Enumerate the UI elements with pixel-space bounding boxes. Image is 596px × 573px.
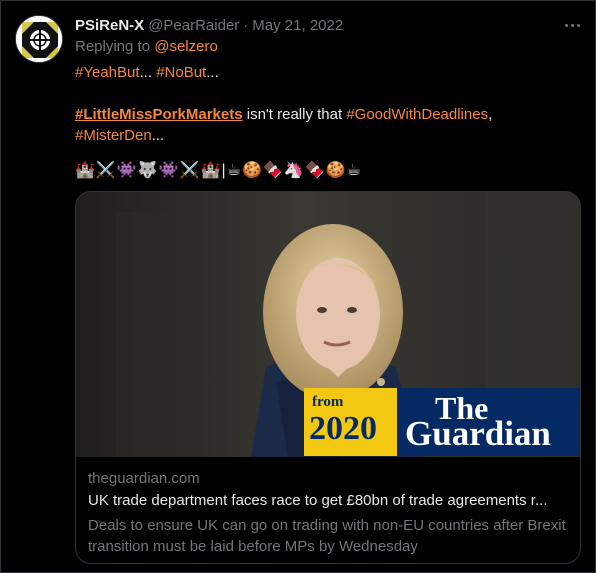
- tweet-line-2: #LittleMissPorkMarkets isn't really that…: [75, 104, 580, 125]
- tweet-text-span: ...: [206, 64, 219, 81]
- card-meta: theguardian.com UK trade department face…: [88, 468, 570, 557]
- tweet-header: PSiReN-X @PearRaider · May 21, 2022: [75, 15, 343, 35]
- tweet-text-span: ...: [139, 64, 157, 81]
- more-icon: [564, 23, 568, 27]
- badge-from-text: from: [312, 394, 344, 410]
- card-domain: theguardian.com: [88, 470, 200, 487]
- logo-guardian: Guardian: [405, 414, 551, 453]
- emoji-line: 🏰⚔️👾🐺👾⚔️🏰|☕🍪🍫🦄🍫🍪☕: [75, 162, 362, 179]
- crosshair-avatar-icon: [16, 16, 62, 62]
- badge-year-text: 2020: [309, 410, 377, 447]
- separator-dot: ·: [243, 16, 249, 34]
- guardian-logo: The Guardian: [397, 388, 580, 456]
- hashtag-link[interactable]: #GoodWithDeadlines: [346, 106, 488, 123]
- tweet-text-span: isn't really that: [242, 106, 347, 123]
- tweet-line-3: #MisterDen...: [75, 125, 580, 146]
- card-image[interactable]: from 2020 The Guardian: [76, 192, 580, 457]
- tweet-container[interactable]: PSiReN-X @PearRaider · May 21, 2022 Repl…: [0, 0, 596, 573]
- year-badge: from 2020: [304, 388, 397, 456]
- link-preview-card[interactable]: from 2020 The Guardian theguardian.com U…: [75, 191, 581, 564]
- user-handle[interactable]: @PearRaider: [148, 17, 239, 34]
- hashtag-link[interactable]: #YeahBut: [75, 64, 140, 81]
- hashtag-link[interactable]: #LittleMissPorkMarkets: [75, 106, 243, 123]
- tweet-line-1: #YeahBut... #NoBut...: [75, 62, 580, 83]
- guardian-badge: from 2020 The Guardian: [304, 388, 580, 456]
- replying-to-label: Replying to: [75, 38, 151, 55]
- more-options-button[interactable]: [561, 15, 583, 35]
- tweet-date[interactable]: May 21, 2022: [252, 17, 343, 34]
- hashtag-link[interactable]: #NoBut: [156, 64, 206, 81]
- card-description: Deals to ensure UK can go on trading wit…: [88, 517, 566, 555]
- card-title[interactable]: UK trade department faces race to get £8…: [88, 490, 570, 512]
- mention-link[interactable]: @selzero: [154, 38, 218, 55]
- tweet-text-span: ...: [151, 127, 165, 144]
- tweet-text: #YeahBut... #NoBut... #LittleMissPorkMar…: [75, 62, 580, 146]
- tweet-text-span: ,: [488, 106, 493, 123]
- display-name[interactable]: PSiReN-X: [75, 17, 144, 34]
- hashtag-link[interactable]: #MisterDen: [75, 127, 152, 144]
- avatar[interactable]: [15, 15, 63, 63]
- replying-to: Replying to @selzero: [75, 38, 218, 55]
